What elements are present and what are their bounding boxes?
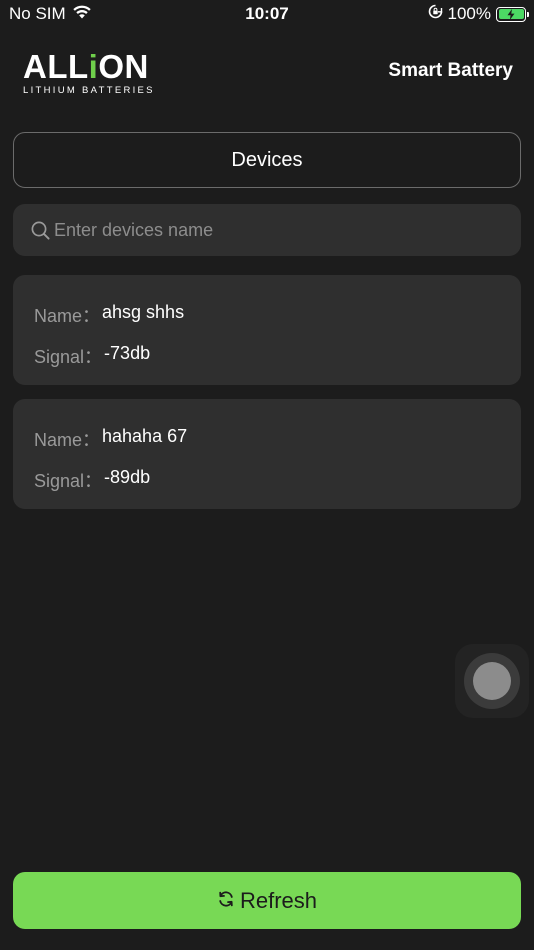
search-input[interactable] (54, 219, 494, 241)
refresh-button[interactable]: Refresh (13, 872, 521, 929)
tab-devices[interactable]: Devices (13, 132, 521, 188)
refresh-icon (217, 888, 235, 914)
search-icon (30, 220, 50, 240)
device-signal-row: Signal： -73db (34, 343, 150, 369)
device-signal-row: Signal： -89db (34, 467, 150, 493)
page-title: Smart Battery (388, 60, 513, 81)
allion-logo: ALLiON LITHIUM BATTERIES (23, 48, 155, 97)
logo-tagline: LITHIUM BATTERIES (23, 85, 155, 96)
logo-prefix: ALL (23, 48, 89, 85)
device-card[interactable]: Name： hahaha 67 Signal： -89db (13, 399, 521, 509)
status-right: 100% (428, 4, 529, 24)
device-name-row: Name： hahaha 67 (34, 426, 187, 452)
logo-accent: i (88, 48, 99, 85)
refresh-label: Refresh (239, 887, 318, 913)
app-header: ALLiON LITHIUM BATTERIES Smart Battery (0, 46, 534, 98)
device-signal: -73db (104, 343, 151, 363)
device-name-label: Name： (34, 430, 101, 450)
status-bar: No SIM 10:07 100% (0, 0, 534, 30)
search-bar[interactable] (13, 204, 521, 256)
orientation-lock-icon (428, 4, 443, 24)
assistive-touch-button[interactable] (455, 644, 529, 718)
device-signal-label: Signal： (34, 347, 103, 367)
device-name-label: Name： (34, 306, 101, 326)
device-name: ahsg shhs (102, 302, 185, 322)
device-card[interactable]: Name： ahsg shhs Signal： -73db (13, 275, 521, 385)
battery-percent: 100% (447, 4, 491, 23)
device-signal: -89db (104, 467, 151, 487)
device-signal-label: Signal： (34, 471, 103, 491)
battery-charging-icon (496, 6, 529, 22)
device-name: hahaha 67 (102, 426, 188, 446)
logo-suffix: ON (98, 48, 149, 85)
device-name-row: Name： ahsg shhs (34, 302, 184, 328)
